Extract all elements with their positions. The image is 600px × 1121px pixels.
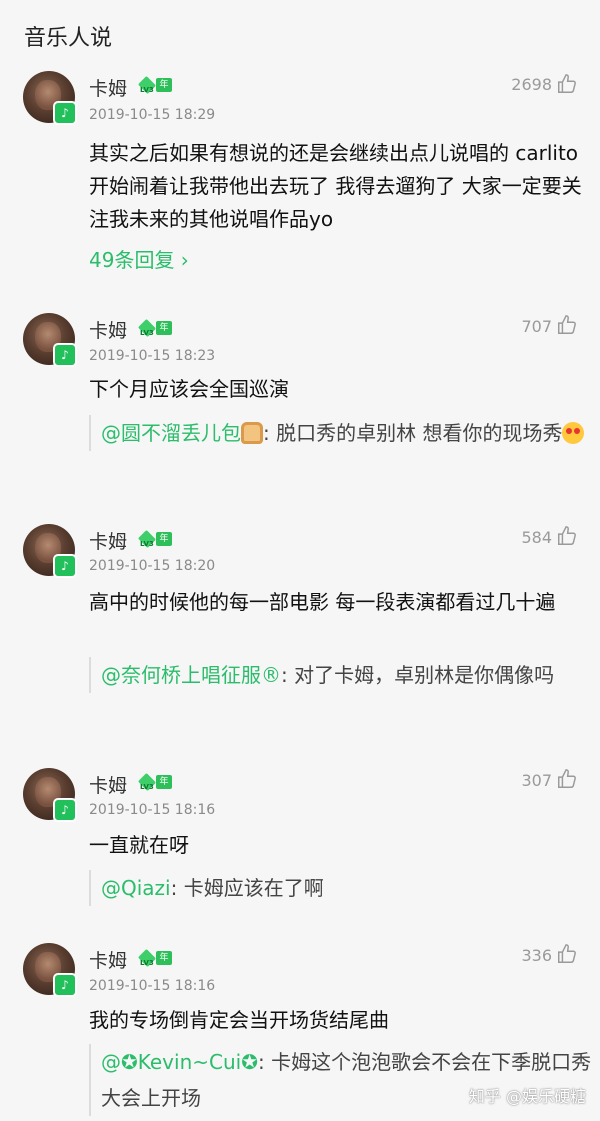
quoted-reply: @圆不溜丢儿包 : 脱口秀的卓别林 想看你的现场秀: [89, 415, 600, 451]
timestamp: 2019-10-15 18:23: [89, 348, 216, 364]
comment-text: 其实之后如果有想说的还是会继续出点儿说唱的 carlito开始闹着让我带他出去玩…: [89, 141, 582, 231]
like-count: 707: [521, 317, 552, 336]
year-label: 年: [156, 532, 172, 546]
level-badge-icon: LV3 年: [137, 75, 174, 95]
like-count: 584: [521, 528, 552, 547]
year-label: 年: [156, 775, 172, 789]
quoted-reply: @Qiazi: 卡姆应该在了啊: [89, 870, 600, 906]
username[interactable]: 卡姆: [89, 316, 127, 343]
timestamp: 2019-10-15 18:20: [89, 558, 216, 574]
comment-text: 一直就在呀: [89, 833, 189, 857]
username[interactable]: 卡姆: [89, 527, 127, 554]
thumbs-up-icon[interactable]: [556, 768, 578, 790]
music-badge-icon: ♪: [53, 973, 77, 997]
timestamp: 2019-10-15 18:16: [89, 802, 216, 818]
watermark: 知乎 @娱乐硬糖: [468, 1087, 586, 1106]
level-label: LV3: [140, 959, 154, 967]
mention-link[interactable]: @圆不溜丢儿包: [101, 421, 241, 445]
year-label: 年: [156, 321, 172, 335]
level-label: LV3: [140, 329, 154, 337]
mention-link[interactable]: @Qiazi: [101, 876, 171, 900]
level-label: LV3: [140, 783, 154, 791]
level-label: LV3: [140, 86, 154, 94]
comment-text: 我的专场倒肯定会当开场货结尾曲: [89, 1008, 389, 1032]
thumbs-up-icon[interactable]: [556, 943, 578, 965]
quoted-reply: @奈何桥上唱征服®: 对了卡姆，卓别林是你偶像吗: [89, 657, 600, 693]
like-count: 2698: [511, 75, 552, 94]
level-badge-icon: LV3 年: [137, 318, 174, 338]
avatar[interactable]: ♪: [23, 943, 77, 997]
like-count: 336: [521, 946, 552, 965]
section-title: 音乐人说: [24, 26, 113, 51]
thumbs-up-icon[interactable]: [556, 314, 578, 336]
thumbs-up-icon[interactable]: [556, 73, 578, 95]
avatar[interactable]: ♪: [23, 768, 77, 822]
username[interactable]: 卡姆: [89, 771, 127, 798]
music-badge-icon: ♪: [53, 798, 77, 822]
mention-link[interactable]: @奈何桥上唱征服®: [101, 663, 281, 687]
comment-text: 高中的时候他的每一部电影 每一段表演都看过几十遍: [89, 590, 556, 614]
level-badge-icon: LV3 年: [137, 772, 174, 792]
bread-emoji-icon: [241, 422, 263, 444]
music-badge-icon: ♪: [53, 554, 77, 578]
comment-text: 下个月应该会全国巡演: [89, 377, 289, 401]
avatar[interactable]: ♪: [23, 71, 77, 125]
music-badge-icon: ♪: [53, 343, 77, 367]
timestamp: 2019-10-15 18:29: [89, 107, 216, 123]
thumbs-up-icon[interactable]: [556, 525, 578, 547]
mention-link[interactable]: @✪Kevin~Cui✪: [101, 1050, 258, 1074]
quote-text: : 脱口秀的卓别林 想看你的现场秀: [263, 421, 563, 445]
timestamp: 2019-10-15 18:16: [89, 978, 216, 994]
heart-eyes-emoji-icon: [562, 422, 585, 444]
quote-text: : 对了卡姆，卓别林是你偶像吗: [281, 663, 555, 687]
music-badge-icon: ♪: [53, 101, 77, 125]
like-count: 307: [521, 771, 552, 790]
quote-text: : 卡姆应该在了啊: [170, 876, 324, 900]
username[interactable]: 卡姆: [89, 946, 127, 973]
year-label: 年: [156, 78, 172, 92]
replies-link[interactable]: 49条回复 ›: [89, 244, 189, 273]
level-label: LV3: [140, 540, 154, 548]
avatar[interactable]: ♪: [23, 524, 77, 578]
level-badge-icon: LV3 年: [137, 948, 174, 968]
level-badge-icon: LV3 年: [137, 529, 174, 549]
avatar[interactable]: ♪: [23, 313, 77, 367]
username[interactable]: 卡姆: [89, 74, 127, 101]
year-label: 年: [156, 951, 172, 965]
